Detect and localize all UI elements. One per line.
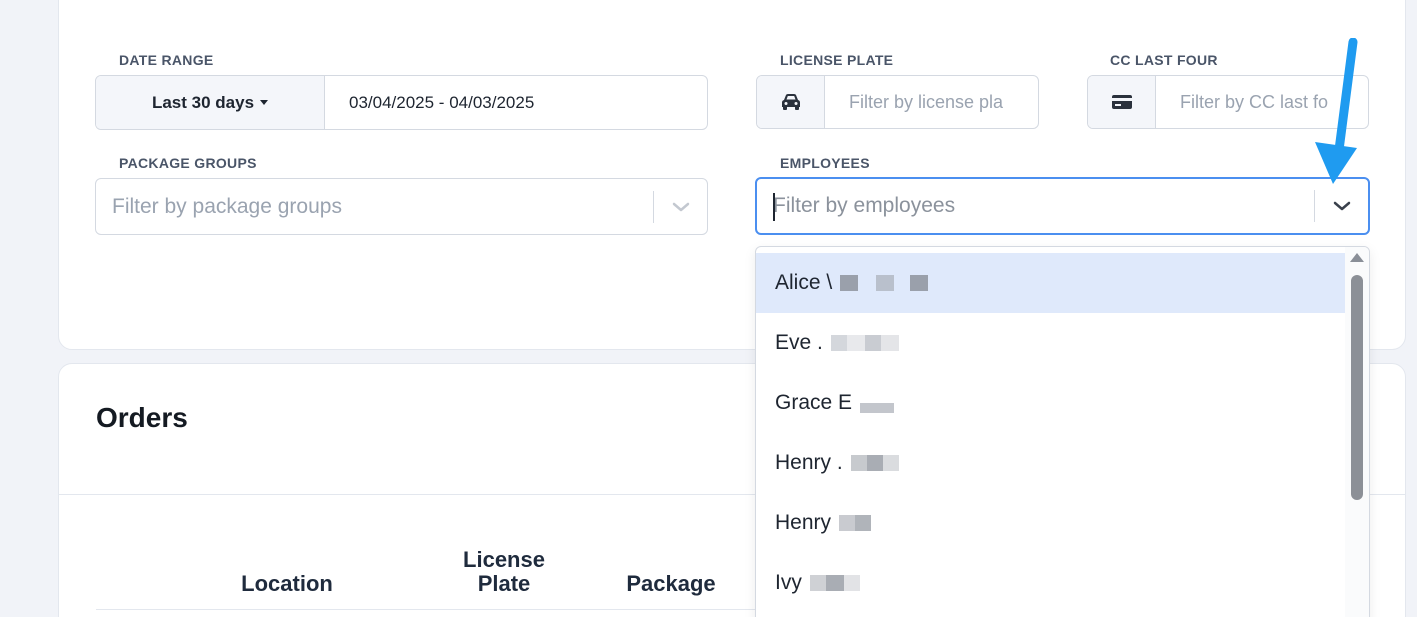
license-plate-input[interactable]: Filter by license pla [825, 92, 1003, 113]
employee-option-label: Grace E [775, 391, 853, 414]
column-header-license-plate[interactable]: License Plate [444, 548, 564, 596]
employee-option[interactable]: Henry . [756, 433, 1346, 493]
annotation-arrow-icon [1315, 38, 1358, 184]
employee-option[interactable]: Ivy [756, 553, 1346, 613]
employees-dropdown-menu: Alice \ Eve . Grace E Henry . Henry Ivy [755, 246, 1370, 617]
date-preset-dropdown[interactable]: Last 30 days [96, 76, 325, 129]
cc-last-four-input[interactable]: Filter by CC last fo [1156, 92, 1328, 113]
date-range-field: Last 30 days 03/04/2025 - 04/03/2025 [95, 75, 708, 130]
date-range-label: DATE RANGE [119, 52, 214, 68]
employee-option-label: Eve . [775, 331, 823, 354]
car-icon [757, 76, 825, 128]
column-header-location[interactable]: Location [227, 572, 347, 596]
page: DATE RANGE Last 30 days 03/04/2025 - 04/… [0, 0, 1417, 617]
employee-option-label: Henry . [775, 451, 843, 474]
select-separator [1314, 190, 1315, 222]
cc-last-four-label: CC LAST FOUR [1110, 52, 1218, 68]
employees-label: EMPLOYEES [780, 155, 870, 171]
employees-input[interactable]: Filter by employees [757, 194, 955, 218]
employee-option-label: Alice \ [775, 271, 833, 294]
package-groups-label: PACKAGE GROUPS [119, 155, 257, 171]
caret-down-icon [260, 100, 269, 105]
package-groups-input[interactable]: Filter by package groups [96, 195, 342, 219]
employee-option[interactable]: Eve . [756, 313, 1346, 373]
redacted-text [809, 571, 860, 595]
column-header-license-line1: License [463, 547, 545, 572]
dropdown-scrollbar[interactable] [1345, 247, 1369, 617]
orders-title: Orders [96, 402, 188, 433]
employee-option[interactable]: Grace E [756, 373, 1346, 433]
license-plate-field: Filter by license pla [756, 75, 1039, 129]
package-groups-select[interactable]: Filter by package groups [95, 178, 708, 235]
redacted-text [839, 511, 872, 535]
column-header-license-line2: Plate [477, 571, 531, 596]
employee-option-label: Ivy [775, 571, 802, 594]
date-range-input[interactable]: 03/04/2025 - 04/03/2025 [325, 93, 534, 113]
column-header-package[interactable]: Package [611, 572, 731, 596]
select-separator [653, 191, 654, 223]
scroll-up-arrow-icon[interactable] [1350, 253, 1364, 262]
date-preset-label: Last 30 days [151, 92, 255, 112]
redacted-text [850, 451, 899, 475]
credit-card-icon [1088, 76, 1156, 128]
license-plate-label: LICENSE PLATE [780, 52, 894, 68]
employees-select[interactable]: Filter by employees [755, 177, 1370, 235]
redacted-text [830, 331, 899, 355]
redacted-text [860, 391, 895, 415]
employee-option[interactable]: Alice \ [756, 253, 1346, 313]
scrollbar-thumb[interactable] [1351, 275, 1363, 500]
redacted-text [840, 271, 929, 295]
employee-option-label: Henry [775, 511, 832, 534]
chevron-down-icon[interactable] [655, 179, 707, 234]
text-cursor [773, 193, 775, 221]
employee-option[interactable]: Henry [756, 493, 1346, 553]
table-header-divider [96, 609, 796, 610]
